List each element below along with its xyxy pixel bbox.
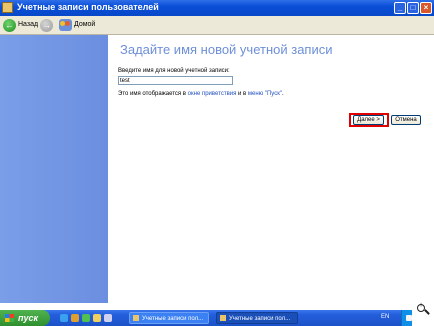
taskbar-item-label: Учетные записи пол... bbox=[142, 316, 204, 322]
back-arrow-icon[interactable]: ← bbox=[3, 19, 16, 32]
left-task-pane bbox=[0, 35, 108, 303]
back-button-label[interactable]: Назад bbox=[18, 21, 38, 28]
explorer-icon[interactable] bbox=[93, 314, 101, 322]
user-accounts-icon bbox=[133, 315, 139, 321]
home-button-label[interactable]: Домой bbox=[74, 21, 95, 28]
zoom-handle bbox=[424, 309, 430, 315]
show-desktop-icon[interactable] bbox=[104, 314, 112, 322]
minimize-button[interactable]: _ bbox=[394, 2, 406, 14]
account-name-label: Введите имя для новой учетной записи: bbox=[118, 68, 230, 74]
window-titlebar: Учетные записи пользователей _ □ × bbox=[0, 0, 434, 16]
close-button[interactable]: × bbox=[420, 2, 432, 14]
internet-explorer-icon[interactable] bbox=[60, 314, 68, 322]
messenger-icon[interactable] bbox=[82, 314, 90, 322]
wizard-content: Задайте имя новой учетной записи Введите… bbox=[108, 35, 434, 303]
hint-prefix: Это имя отображается в bbox=[118, 91, 188, 97]
window-title: Учетные записи пользователей bbox=[17, 2, 159, 12]
maximize-button[interactable]: □ bbox=[407, 2, 419, 14]
account-name-input[interactable] bbox=[118, 76, 233, 85]
welcome-screen-link[interactable]: окне приветствия bbox=[188, 91, 237, 97]
taskbar-item-active[interactable]: Учетные записи пол... bbox=[216, 312, 298, 324]
user-accounts-icon bbox=[220, 315, 226, 321]
hint-text: Это имя отображается в окне приветствия … bbox=[118, 91, 284, 97]
page-title: Задайте имя новой учетной записи bbox=[120, 42, 333, 57]
start-button-label: пуск bbox=[18, 313, 39, 323]
toolbar: ← Назад → Домой bbox=[0, 16, 434, 35]
hint-suffix: . bbox=[282, 91, 284, 97]
hint-middle: и в bbox=[236, 91, 248, 97]
zoom-widget[interactable] bbox=[412, 300, 434, 326]
user-accounts-icon bbox=[2, 2, 13, 13]
forward-arrow-icon[interactable]: → bbox=[40, 19, 53, 32]
start-button[interactable]: пуск bbox=[0, 310, 50, 326]
home-icon[interactable] bbox=[59, 19, 72, 31]
taskbar-item-label: Учетные записи пол... bbox=[229, 316, 291, 322]
next-button[interactable]: Далее > bbox=[353, 115, 384, 125]
language-indicator[interactable]: EN bbox=[381, 314, 389, 320]
taskbar: пуск Учетные записи пол... Учетные запис… bbox=[0, 310, 434, 326]
start-menu-link[interactable]: меню "Пуск" bbox=[248, 91, 282, 97]
taskbar-item[interactable]: Учетные записи пол... bbox=[129, 312, 209, 324]
cancel-button[interactable]: Отмена bbox=[391, 115, 421, 125]
windows-flag-icon bbox=[5, 314, 14, 322]
media-player-icon[interactable] bbox=[71, 314, 79, 322]
